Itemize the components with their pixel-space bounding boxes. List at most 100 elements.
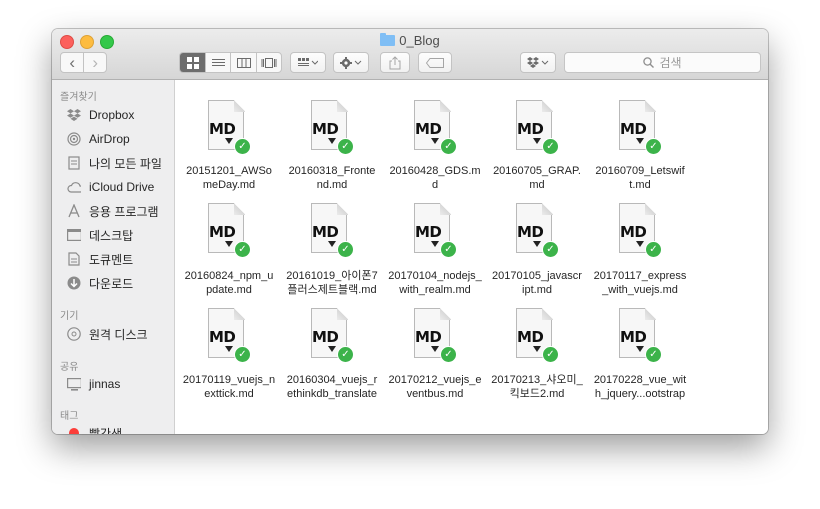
search-placeholder: 검색 — [659, 56, 682, 70]
md-file-icon[interactable]: MD ✓ — [615, 100, 665, 162]
md-file-icon[interactable]: MD ✓ — [410, 308, 460, 370]
file-name[interactable]: 20170212_vuejs_e ventbus.md — [385, 373, 485, 401]
page-fold — [542, 308, 553, 320]
file-name[interactable]: 20161019_아이폰7 플러스제트블랙.md — [282, 269, 382, 297]
file-name-line: t.md — [629, 179, 651, 191]
view-mode-control — [179, 52, 282, 73]
file-name[interactable]: 20160705_GRAP. md — [487, 164, 587, 192]
page-fold — [440, 308, 451, 320]
md-file-icon[interactable]: MD ✓ — [307, 308, 357, 370]
arrange-icon — [298, 57, 318, 66]
file-name-line: 20151201_AWSo — [186, 165, 272, 177]
md-label: MD — [517, 120, 544, 138]
action-button[interactable] — [333, 52, 369, 73]
favorites-header: 즐겨찾기 — [60, 92, 97, 103]
file-name-line: ventbus.md — [406, 388, 464, 400]
md-file-icon[interactable]: MD ✓ — [512, 100, 562, 162]
sidebar-item-dropbox[interactable]: Dropbox — [67, 105, 134, 125]
file-name[interactable]: 20170104_nodejs_ with_realm.md — [385, 269, 485, 297]
desktop-icon — [67, 228, 81, 242]
sync-check-icon: ✓ — [645, 346, 662, 363]
sidebar-item-all-files[interactable]: 나의 모든 파일 — [67, 153, 162, 173]
md-file-icon[interactable]: MD ✓ — [307, 203, 357, 265]
sidebar-item-documents[interactable]: 도큐멘트 — [67, 249, 133, 269]
column-view-button[interactable] — [231, 53, 257, 72]
page-fold — [645, 100, 656, 112]
icon-view-button[interactable] — [180, 53, 207, 72]
download-icon — [67, 276, 81, 290]
back-button[interactable]: ‹ — [61, 53, 85, 72]
down-arrow-icon — [225, 241, 233, 247]
md-file-icon[interactable]: MD ✓ — [512, 308, 562, 370]
list-icon — [211, 58, 225, 66]
share-button[interactable] — [380, 52, 410, 73]
file-name[interactable]: 20170105_javascr ipt.md — [487, 269, 587, 297]
file-name-line: 20170104_nodejs_ — [388, 270, 482, 282]
sidebar-item-applications[interactable]: 응용 프로그램 — [67, 201, 159, 221]
sidebar: 즐겨찾기 Dropbox AirDrop 나의 모든 파일 iCloud Dri… — [52, 80, 175, 434]
forward-button[interactable]: › — [84, 53, 106, 72]
down-arrow-icon — [225, 346, 233, 352]
arrange-button[interactable] — [290, 52, 326, 73]
tags-button[interactable] — [418, 52, 452, 73]
share-icon — [389, 55, 401, 69]
file-name-line: _with_vuejs.md — [602, 284, 678, 296]
file-name-line: 20170212_vuejs_e — [388, 374, 482, 386]
sidebar-item-desktop[interactable]: 데스크탑 — [67, 225, 133, 245]
down-arrow-icon — [431, 241, 439, 247]
file-name[interactable]: 20170119_vuejs_n exttick.md — [179, 373, 279, 401]
disc-icon — [67, 327, 81, 341]
window-title: 0_Blog — [52, 33, 768, 48]
md-file-icon[interactable]: MD ✓ — [410, 100, 460, 162]
sidebar-item-downloads[interactable]: 다운로드 — [67, 273, 133, 293]
md-label: MD — [209, 223, 236, 241]
search-field[interactable]: 검색 — [564, 52, 761, 73]
sidebar-item-tag-red[interactable]: 빨간색 — [67, 423, 122, 434]
md-label: MD — [312, 328, 339, 346]
md-file-icon[interactable]: MD ✓ — [512, 203, 562, 265]
file-name-line: nd.md — [316, 179, 348, 191]
md-file-icon[interactable]: MD ✓ — [410, 203, 460, 265]
search-icon — [643, 57, 655, 68]
md-label: MD — [620, 328, 647, 346]
md-file-icon[interactable]: MD ✓ — [615, 203, 665, 265]
file-name[interactable]: 20160304_vuejs_r ethinkdb_translate — [282, 373, 382, 401]
file-name-line: 20170213_샤오미_ — [491, 374, 583, 386]
md-file-icon[interactable]: MD ✓ — [204, 308, 254, 370]
sidebar-item-remote-disc[interactable]: 원격 디스크 — [67, 324, 148, 344]
file-name[interactable]: 20160428_GDS.m d — [385, 164, 485, 192]
file-name-line: 플러스제트블랙.md — [287, 284, 377, 296]
md-label: MD — [620, 120, 647, 138]
sync-check-icon: ✓ — [234, 346, 251, 363]
down-arrow-icon — [533, 346, 541, 352]
file-name[interactable]: 20160318_Fronte nd.md — [282, 164, 382, 192]
page-fold — [234, 100, 245, 112]
sync-check-icon: ✓ — [542, 346, 559, 363]
devices-header: 기기 — [60, 311, 79, 322]
md-label: MD — [517, 223, 544, 241]
list-view-button[interactable] — [206, 53, 232, 72]
sidebar-item-icloud-drive[interactable]: iCloud Drive — [67, 177, 154, 197]
sync-check-icon: ✓ — [337, 346, 354, 363]
cover-flow-button[interactable] — [257, 53, 281, 72]
file-name[interactable]: 20160824_npm_u pdate.md — [179, 269, 279, 297]
md-file-icon[interactable]: MD ✓ — [204, 100, 254, 162]
file-name[interactable]: 20151201_AWSo meDay.md — [179, 164, 279, 192]
file-name[interactable]: 20160709_Letswif t.md — [590, 164, 690, 192]
dropbox-icon — [67, 108, 81, 122]
file-name[interactable]: 20170117_express _with_vuejs.md — [590, 269, 690, 297]
md-file-icon[interactable]: MD ✓ — [615, 308, 665, 370]
tags-header: 태그 — [60, 411, 79, 422]
sidebar-item-airdrop[interactable]: AirDrop — [67, 129, 130, 149]
md-file-icon[interactable]: MD ✓ — [204, 203, 254, 265]
file-name-line: d — [431, 179, 439, 191]
document-icon — [67, 252, 81, 266]
file-name[interactable]: 20170213_샤오미_ 킥보드2.md — [487, 373, 587, 401]
file-name[interactable]: 20170228_vue_wit h_jquery...ootstrap — [590, 373, 690, 401]
sidebar-item-jinnas[interactable]: jinnas — [67, 374, 120, 394]
page-fold — [337, 100, 348, 112]
md-file-icon[interactable]: MD ✓ — [307, 100, 357, 162]
down-arrow-icon — [533, 241, 541, 247]
sync-check-icon: ✓ — [440, 138, 457, 155]
dropbox-toolbar-button[interactable] — [520, 52, 556, 73]
